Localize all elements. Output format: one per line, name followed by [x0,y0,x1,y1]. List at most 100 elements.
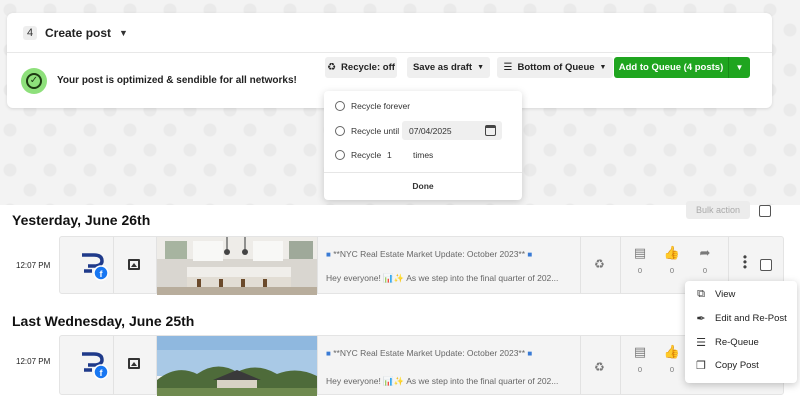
post-thumbnail-estate[interactable] [157,336,317,396]
queue-position-label: Bottom of Queue [517,62,595,73]
bulk-action-button[interactable]: Bulk action [686,201,750,219]
recycle-times-option[interactable]: Recycle [335,150,381,160]
post-time: 12:07 PM [16,357,51,366]
likes-count: 0 [669,266,675,275]
news-emoji-icon: ■ [326,349,331,358]
recycle-until-option[interactable]: Recycle until [335,126,399,136]
recycle-icon[interactable]: ♻ [594,360,605,374]
chevron-down-icon: ▼ [119,27,128,38]
image-icon [128,358,140,369]
post-row[interactable]: f ■ **NYC Real Estate Market Update: Oct… [59,335,784,396]
post-text[interactable]: Hey everyone! 📊✨ As we step into the fin… [326,273,558,284]
divider [580,336,581,394]
times-label: times [413,150,434,160]
recycle-button[interactable]: ♻ Recycle: off [325,57,397,78]
likes-metric[interactable]: 👍 0 [662,344,682,374]
add-to-queue-options-button[interactable]: ▼ [728,57,750,78]
post-thumbnail-kitchen[interactable] [157,237,317,295]
news-emoji-icon: ■ [527,250,533,259]
chevron-down-icon: ▼ [735,63,744,72]
post-title: **NYC Real Estate Market Update: October… [333,348,526,358]
divider [113,336,114,394]
thumbs-up-icon: 👍 [663,344,681,359]
step-number: 4 [23,25,37,40]
post-title: **NYC Real Estate Market Update: October… [333,249,526,259]
check-circle-icon: ✓ [21,67,47,94]
add-to-queue-button[interactable]: Add to Queue (4 posts) [614,57,728,78]
likes-metric[interactable]: 👍 0 [662,245,682,275]
queue-position-button[interactable]: ☰ Bottom of Queue ▼ [497,57,613,78]
brand-logo-facebook-icon: f [82,253,109,281]
recycle-times-radio[interactable] [335,150,345,160]
save-draft-label: Save as draft [412,62,473,73]
menu-item-requeue[interactable]: ☰ Re-Queue [695,336,759,349]
shares-count: 0 [702,266,708,275]
recycle-dropdown: Recycle forever Recycle until 07/04/2025… [324,91,522,200]
share-arrow-icon: ➦ [699,245,711,260]
create-post-title: Create post [45,25,112,40]
more-options-icon[interactable]: • • • [742,251,748,273]
post-time: 12:07 PM [16,261,51,270]
list-icon: ☰ [696,336,706,349]
comments-count: 0 [637,266,643,275]
recycle-button-label: Recycle: off [341,62,395,73]
menu-item-copy-label: Copy Post [715,359,759,371]
divider [317,237,318,293]
recycle-icon[interactable]: ♻ [594,257,605,271]
menu-item-edit-repost-label: Edit and Re-Post [715,312,787,324]
menu-item-view[interactable]: ⧉ View [695,288,735,300]
day-heading: Yesterday, June 26th [12,212,151,228]
recycle-until-date-value: 07/04/2025 [409,125,452,136]
recycle-times-label: Recycle [351,150,382,160]
news-emoji-icon: ■ [527,349,533,358]
comment-icon: ▤ [633,245,647,260]
list-icon: ☰ [503,62,513,73]
post-title-line[interactable]: ■ **NYC Real Estate Market Update: Octob… [326,348,532,358]
divider [317,336,318,394]
recycle-forever-option[interactable]: Recycle forever [335,101,410,111]
post-select-checkbox[interactable] [760,259,772,271]
done-button[interactable]: Done [324,181,522,191]
recycle-icon: ♻ [327,62,337,73]
calendar-icon[interactable] [485,125,496,136]
menu-item-view-label: View [715,288,736,300]
divider [113,237,114,293]
brand-logo-facebook-icon: f [82,352,109,380]
recycle-forever-label: Recycle forever [351,101,411,111]
post-row[interactable]: f ■ **NYC Real Estate Market Update: Oct… [59,236,784,295]
feather-pen-icon: ✒ [696,312,706,325]
shares-metric[interactable]: ➦ 0 [695,245,715,275]
recycle-times-input[interactable]: 1 [382,147,406,162]
select-all-checkbox[interactable] [759,205,771,217]
divider [620,237,621,293]
chevron-down-icon: ▼ [477,64,485,71]
external-link-icon: ⧉ [697,287,705,300]
image-icon [128,259,140,270]
menu-item-copy[interactable]: ❐ Copy Post [695,359,759,372]
menu-item-requeue-label: Re-Queue [715,336,759,348]
day-heading: Last Wednesday, June 25th [12,313,195,329]
post-text[interactable]: Hey everyone! 📊✨ As we step into the fin… [326,376,558,387]
post-title-line[interactable]: ■ **NYC Real Estate Market Update: Octob… [326,249,532,259]
comment-icon: ▤ [633,344,647,359]
comments-count: 0 [637,365,643,374]
copy-icon: ❐ [696,359,706,372]
recycle-until-date-input[interactable]: 07/04/2025 [402,121,502,140]
recycle-until-radio[interactable] [335,126,345,136]
divider [580,237,581,293]
menu-item-edit-repost[interactable]: ✒ Edit and Re-Post [695,312,787,325]
optimized-message: Your post is optimized & sendible for al… [57,75,297,86]
comments-metric[interactable]: ▤ 0 [630,245,650,275]
recycle-until-label: Recycle until [351,126,400,136]
create-post-header[interactable]: 4 Create post ▼ [7,13,772,53]
news-emoji-icon: ■ [326,250,331,259]
save-draft-button[interactable]: Save as draft ▼ [407,57,490,78]
divider [620,336,621,394]
divider [324,172,522,173]
post-context-menu: ⧉ View ✒ Edit and Re-Post ☰ Re-Queue ❐ C… [685,281,797,383]
comments-metric[interactable]: ▤ 0 [630,344,650,374]
chevron-down-icon: ▼ [599,64,607,71]
recycle-forever-radio[interactable] [335,101,345,111]
thumbs-up-icon: 👍 [663,245,681,260]
likes-count: 0 [669,365,675,374]
